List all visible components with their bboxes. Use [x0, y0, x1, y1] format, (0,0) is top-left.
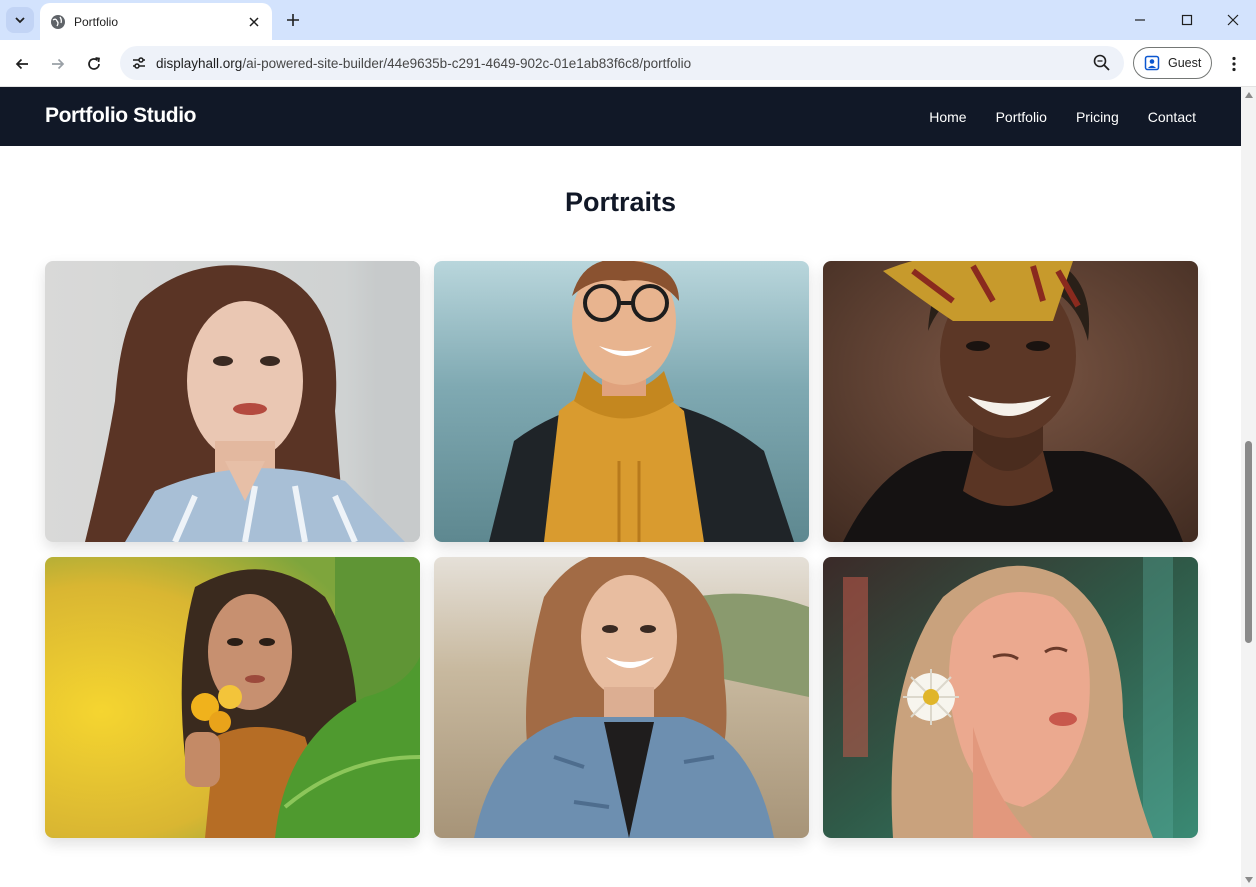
- portrait-image: [823, 261, 1198, 542]
- triangle-up-icon: [1244, 91, 1253, 98]
- nav-link-portfolio[interactable]: Portfolio: [996, 109, 1047, 125]
- address-bar[interactable]: displayhall.org/ai-powered-site-builder/…: [120, 46, 1124, 80]
- portrait-image: [434, 557, 809, 838]
- url-text: displayhall.org/ai-powered-site-builder/…: [156, 56, 691, 71]
- nav-link-pricing[interactable]: Pricing: [1076, 109, 1119, 125]
- site-info-button[interactable]: [122, 46, 156, 80]
- portrait-card[interactable]: [823, 261, 1198, 542]
- browser-menu-button[interactable]: [1222, 49, 1246, 79]
- daisy-icon: [903, 669, 959, 725]
- globe-icon: [51, 14, 65, 29]
- forward-button[interactable]: [43, 49, 73, 79]
- arrow-right-icon: [52, 58, 65, 70]
- new-tab-button[interactable]: [281, 8, 305, 32]
- triangle-down-icon: [1244, 876, 1253, 883]
- minimize-icon: [1135, 19, 1145, 21]
- portrait-image: [45, 557, 420, 838]
- reload-button[interactable]: [79, 49, 109, 79]
- more-vertical-icon: [1232, 56, 1236, 72]
- portrait-card[interactable]: [434, 557, 809, 838]
- portrait-image: [45, 261, 420, 542]
- portrait-card[interactable]: [434, 261, 809, 542]
- tab-strip: Portfolio: [0, 0, 1256, 40]
- scroll-up-button[interactable]: [1244, 90, 1253, 99]
- browser-toolbar: displayhall.org/ai-powered-site-builder/…: [0, 40, 1256, 87]
- portrait-card[interactable]: [823, 557, 1198, 838]
- tune-icon: [133, 57, 145, 69]
- portrait-image: [823, 557, 1198, 838]
- minimize-button[interactable]: [1120, 6, 1160, 34]
- portrait-card[interactable]: [45, 557, 420, 838]
- page-viewport: Portfolio Studio Home Portfolio Pricing …: [0, 87, 1241, 887]
- browser-tab[interactable]: Portfolio: [40, 3, 272, 40]
- url-host: displayhall.org: [156, 55, 243, 71]
- nav-link-contact[interactable]: Contact: [1148, 109, 1196, 125]
- close-tab-button[interactable]: [246, 14, 262, 30]
- zoom-icon[interactable]: [1092, 53, 1112, 73]
- profile-button[interactable]: Guest: [1133, 47, 1212, 79]
- portrait-gallery: [45, 261, 1198, 838]
- scroll-down-button[interactable]: [1244, 875, 1253, 884]
- tab-search-button[interactable]: [6, 7, 34, 33]
- reload-icon: [88, 57, 100, 70]
- profile-label: Guest: [1168, 56, 1202, 70]
- maximize-button[interactable]: [1167, 6, 1207, 34]
- nav-link-home[interactable]: Home: [929, 109, 966, 125]
- site-header: Portfolio Studio Home Portfolio Pricing …: [0, 87, 1241, 146]
- section-title: Portraits: [564, 187, 677, 217]
- brand-logo[interactable]: Portfolio Studio: [45, 104, 196, 128]
- plus-icon: [287, 14, 299, 26]
- profile-icon: [1144, 55, 1160, 71]
- tab-title: Portfolio: [74, 14, 119, 29]
- close-icon: [249, 16, 259, 27]
- page-scrollbar[interactable]: [1241, 87, 1256, 887]
- arrow-left-icon: [15, 58, 28, 70]
- back-button[interactable]: [7, 49, 37, 79]
- maximize-icon: [1181, 14, 1193, 26]
- chevron-down-icon: [15, 17, 25, 24]
- portrait-image: [434, 261, 809, 542]
- url-path: /ai-powered-site-builder/44e9635b-c291-4…: [242, 55, 692, 71]
- portrait-card[interactable]: [45, 261, 420, 542]
- main-nav: Home Portfolio Pricing Contact: [929, 87, 1196, 146]
- scroll-thumb[interactable]: [1245, 441, 1252, 643]
- close-window-button[interactable]: [1213, 6, 1253, 34]
- close-icon: [1227, 14, 1239, 26]
